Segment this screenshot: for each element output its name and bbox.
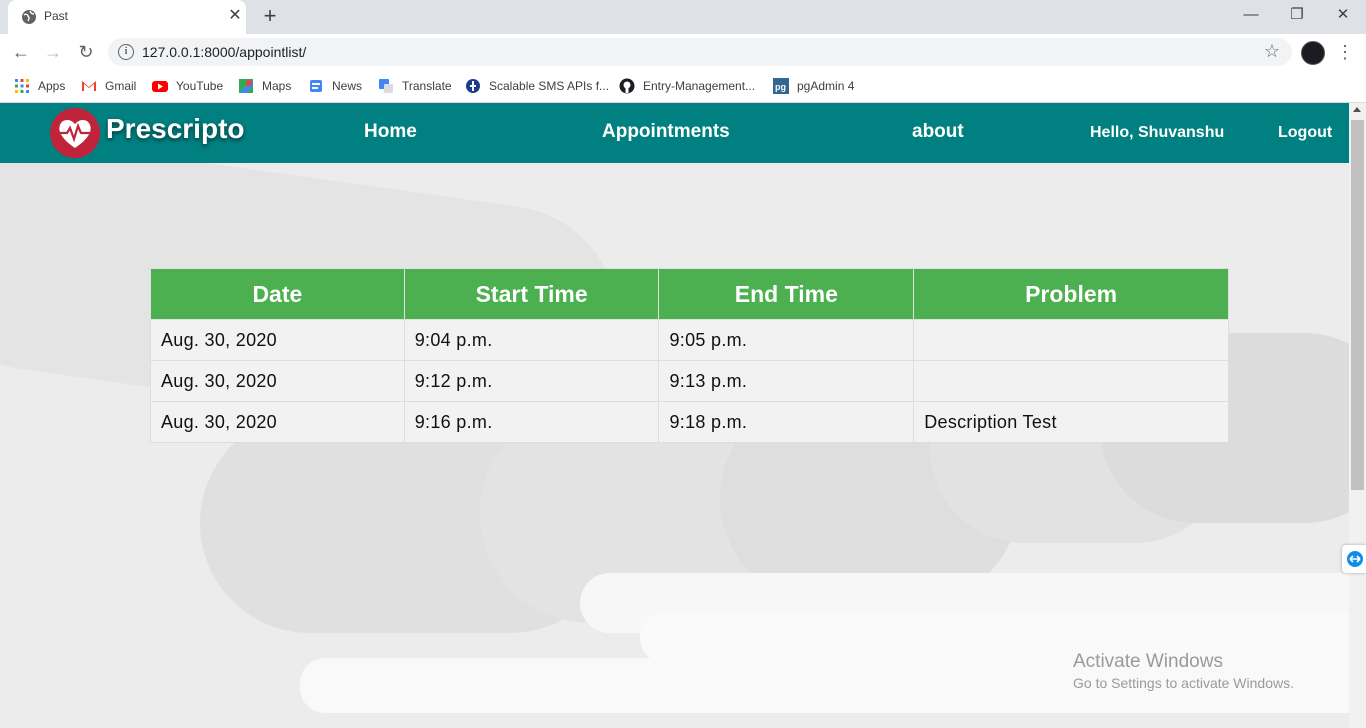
github-icon [619,78,635,94]
cell-date: Aug. 30, 2020 [150,360,405,402]
bookmark-label: Apps [38,79,66,93]
bookmark-entry-management[interactable]: Entry-Management... [619,76,755,96]
cell-end-time: 9:18 p.m. [658,401,915,443]
bookmark-label: Maps [262,79,292,93]
cell-problem [913,319,1229,361]
bookmark-label: Translate [402,79,452,93]
table-header-row: Date Start Time End Time Problem [150,268,1229,320]
bookmark-sms-apis[interactable]: Scalable SMS APIs f... [465,76,609,96]
cell-start-time: 9:16 p.m. [403,401,660,443]
bookmark-translate[interactable]: Translate [378,76,452,96]
top-navbar: Prescripto Home Appointments about Hello… [0,103,1349,163]
scrollbar-thumb[interactable] [1351,120,1364,490]
activate-windows-watermark: Activate Windows Go to Settings to activ… [1073,651,1294,691]
bookmark-label: Scalable SMS APIs f... [489,79,610,93]
appointments-table: Date Start Time End Time Problem Aug. 30… [150,268,1229,443]
column-header-start-time: Start Time [403,268,660,320]
maps-icon [239,79,253,93]
logout-link[interactable]: Logout [1278,124,1332,142]
table-row: Aug. 30, 2020 9:12 p.m. 9:13 p.m. [150,360,1229,402]
scroll-up-arrow-icon[interactable] [1353,107,1361,112]
close-window-button[interactable]: ✕ [1320,0,1366,30]
bookmark-youtube[interactable]: YouTube [152,76,223,96]
nav-link-about[interactable]: about [912,121,964,143]
teamviewer-arrows-icon [1347,551,1363,567]
bookmark-label: Gmail [105,79,137,93]
site-info-icon[interactable]: i [118,44,134,60]
browser-tab[interactable]: Past ✕ [8,0,246,34]
bookmark-maps[interactable]: Maps [238,76,291,96]
tab-strip: Past ✕ + — ❐ ✕ [0,0,1366,34]
apps-grid-icon [15,79,29,93]
cell-start-time: 9:12 p.m. [403,360,660,402]
brand-name[interactable]: Prescripto [106,113,245,145]
bookmark-label: News [332,79,363,93]
restore-button[interactable]: ❐ [1274,0,1320,30]
bookmark-label: YouTube [176,79,224,93]
table-row: Aug. 30, 2020 9:04 p.m. 9:05 p.m. [150,319,1229,361]
twilio-icon [466,79,480,93]
gmail-icon [82,81,96,91]
nav-link-home[interactable]: Home [364,121,417,143]
cell-start-time: 9:04 p.m. [403,319,660,361]
translate-icon [379,79,393,93]
bookmark-news[interactable]: News [308,76,362,96]
column-header-date: Date [150,268,405,320]
tab-title: Past [44,9,69,23]
url-text[interactable]: 127.0.0.1:8000/appointlist/ [142,44,306,60]
bookmark-label: pgAdmin 4 [797,79,855,93]
cell-problem: Description Test [913,401,1229,443]
youtube-icon [152,81,168,92]
browser-toolbar: ← → ↻ i 127.0.0.1:8000/appointlist/ ☆ [0,34,1366,70]
reload-icon[interactable]: ↻ [74,40,98,64]
address-bar[interactable]: i 127.0.0.1:8000/appointlist/ ☆ [108,38,1292,66]
cell-date: Aug. 30, 2020 [150,319,405,361]
bookmark-apps[interactable]: Apps [14,76,65,96]
back-arrow-icon[interactable]: ← [9,40,33,64]
page-content: Prescripto Home Appointments about Hello… [0,103,1349,728]
nav-link-appointments[interactable]: Appointments [602,121,730,143]
teamviewer-panel-tab[interactable] [1342,545,1366,573]
page-scrollbar[interactable] [1349,103,1366,728]
column-header-end-time: End Time [658,268,915,320]
watermark-title: Activate Windows [1073,651,1223,672]
browser-menu-icon[interactable]: ⋮ [1336,40,1354,64]
bookmark-label: Entry-Management... [643,79,756,93]
table-row: Aug. 30, 2020 9:16 p.m. 9:18 p.m. Descri… [150,401,1229,443]
svg-text:pg: pg [775,82,786,92]
new-tab-button[interactable]: + [259,4,281,28]
globe-icon [22,10,36,24]
heart-pulse-logo-icon[interactable] [50,108,100,158]
bookmark-pgadmin[interactable]: pg pgAdmin 4 [773,76,854,96]
cell-end-time: 9:13 p.m. [658,360,915,402]
minimize-button[interactable]: — [1228,0,1274,30]
profile-avatar[interactable] [1301,41,1325,65]
close-tab-icon[interactable]: ✕ [225,6,245,26]
news-icon [310,80,322,92]
bookmark-gmail[interactable]: Gmail [81,76,136,96]
bookmarks-bar: Apps Gmail YouTube Maps News Translate S… [0,70,1366,103]
cell-end-time: 9:05 p.m. [658,319,915,361]
cell-problem [913,360,1229,402]
pgadmin-icon: pg [773,78,789,94]
watermark-subtitle: Go to Settings to activate Windows. [1073,675,1294,691]
bookmark-star-icon[interactable]: ☆ [1264,41,1280,62]
user-greeting: Hello, Shuvanshu [1090,124,1225,141]
cell-date: Aug. 30, 2020 [150,401,405,443]
forward-arrow-icon[interactable]: → [41,40,65,64]
column-header-problem: Problem [913,268,1229,320]
